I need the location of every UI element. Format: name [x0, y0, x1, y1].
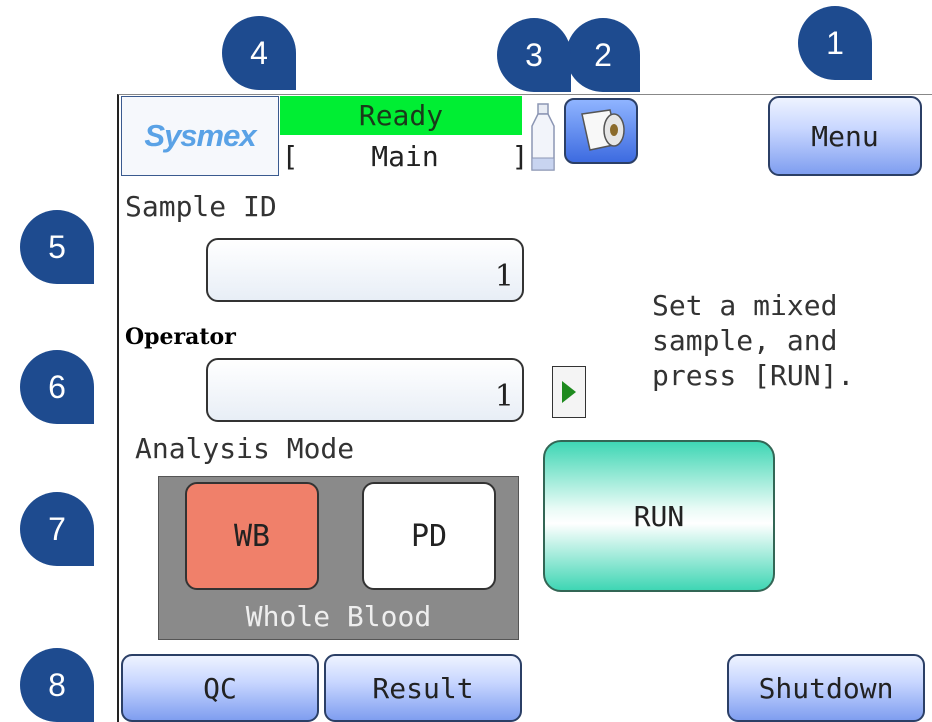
callout-marker-3: 3 [497, 18, 571, 92]
sample-id-field[interactable]: 1 [206, 238, 524, 302]
operator-next-button[interactable] [552, 366, 586, 418]
qc-button[interactable]: QC [121, 654, 319, 722]
mode-pd-button[interactable]: PD [362, 482, 496, 590]
shutdown-button[interactable]: Shutdown [727, 654, 925, 722]
operator-field[interactable]: 1 [206, 358, 524, 422]
printer-paper-button[interactable] [564, 98, 638, 164]
reagent-bottle-icon[interactable] [528, 102, 558, 174]
mode-wb-button[interactable]: WB [185, 482, 319, 590]
selected-mode-caption: Whole Blood [245, 600, 432, 633]
play-arrow-icon [562, 381, 576, 403]
callout-marker-8: 8 [20, 648, 94, 722]
sysmex-logo: Sysmex [121, 96, 279, 176]
status-bar: Ready [280, 96, 522, 135]
callout-marker-4: 4 [222, 16, 296, 90]
callout-marker-5: 5 [20, 210, 94, 284]
instruction-message: Set a mixed sample, and press [RUN]. [652, 289, 855, 392]
sample-id-label: Sample ID [125, 190, 277, 223]
callout-marker-7: 7 [20, 492, 94, 566]
screen-name-text: Main [371, 139, 439, 173]
analysis-mode-label: Analysis Mode [135, 432, 355, 465]
status-text: Ready [358, 99, 444, 132]
callout-marker-1: 1 [798, 6, 872, 80]
screen-name: [ Main ] [281, 139, 529, 173]
menu-button[interactable]: Menu [768, 96, 922, 176]
callout-marker-2: 2 [566, 18, 640, 92]
run-button[interactable]: RUN [543, 440, 775, 592]
paper-roll-icon [581, 109, 625, 151]
operator-label: Operator [125, 324, 236, 350]
callout-marker-6: 6 [20, 350, 94, 424]
result-button[interactable]: Result [324, 654, 522, 722]
